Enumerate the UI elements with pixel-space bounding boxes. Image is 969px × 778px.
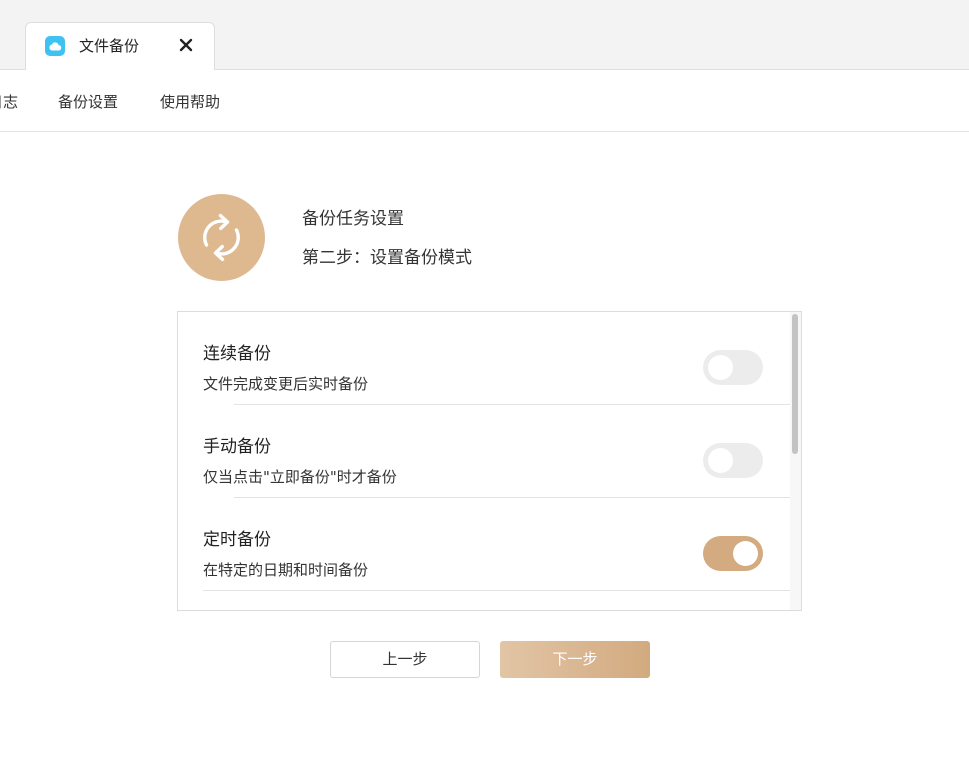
option-title: 定时备份 — [203, 530, 271, 550]
option-description: 在特定的日期和时间备份 — [203, 561, 369, 579]
scrollbar-thumb[interactable] — [792, 314, 798, 454]
toggle-knob — [733, 541, 758, 566]
close-icon[interactable] — [177, 36, 195, 54]
menu-item-backup-settings[interactable]: 备份设置 — [58, 92, 118, 112]
manual-backup-toggle[interactable] — [703, 443, 763, 478]
next-step-button[interactable]: 下一步 — [500, 641, 650, 678]
cloud-icon — [45, 36, 65, 56]
tab-title: 文件备份 — [79, 37, 140, 55]
backup-mode-list: 连续备份 文件完成变更后实时备份 手动备份 仅当点击"立即备份"时才备份 定时备… — [177, 311, 802, 611]
option-description: 仅当点击"立即备份"时才备份 — [203, 468, 397, 486]
toggle-knob — [708, 448, 733, 473]
tab-file-backup[interactable]: 文件备份 — [25, 22, 215, 70]
scrollbar[interactable] — [790, 312, 801, 610]
option-title: 连续备份 — [203, 344, 271, 364]
menu-item-log[interactable]: 日志 — [0, 92, 18, 112]
page-title: 备份任务设置 — [302, 209, 404, 229]
option-title: 手动备份 — [203, 437, 271, 457]
divider — [203, 590, 790, 591]
menu-item-help[interactable]: 使用帮助 — [160, 92, 220, 112]
prev-step-button[interactable]: 上一步 — [330, 641, 480, 678]
toggle-knob — [708, 355, 733, 380]
step-subtitle: 第二步：设置备份模式 — [302, 248, 472, 268]
scheduled-backup-toggle[interactable] — [703, 536, 763, 571]
option-manual-backup: 手动备份 仅当点击"立即备份"时才备份 — [178, 405, 790, 498]
option-continuous-backup: 连续备份 文件完成变更后实时备份 — [178, 312, 790, 405]
option-description: 文件完成变更后实时备份 — [203, 375, 369, 393]
option-scheduled-backup: 定时备份 在特定的日期和时间备份 — [178, 498, 790, 591]
menu-bar: 日志 备份设置 使用帮助 — [0, 70, 969, 132]
sync-icon — [178, 194, 265, 281]
tab-strip: 文件备份 — [0, 0, 969, 70]
continuous-backup-toggle[interactable] — [703, 350, 763, 385]
